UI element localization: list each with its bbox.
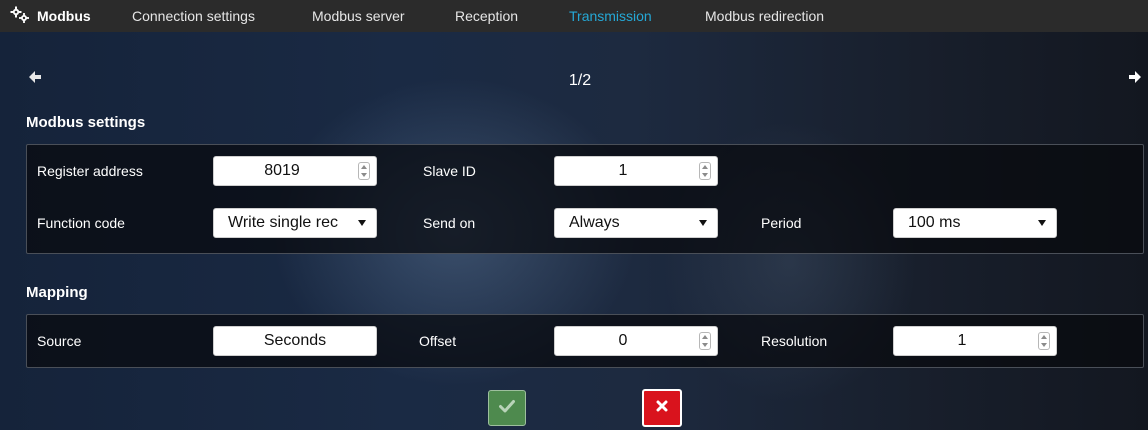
send-on-label: Send on xyxy=(423,215,476,231)
resolution-value: 1 xyxy=(957,332,967,349)
period-select[interactable]: 100 ms xyxy=(893,208,1057,238)
transmission-panel: 1/2 Modbus settings Register address 801… xyxy=(0,32,1148,430)
cancel-button[interactable] xyxy=(642,389,682,427)
function-code-value: Write single rec xyxy=(228,214,338,231)
resolution-input[interactable]: 1 xyxy=(893,326,1057,356)
send-on-select[interactable]: Always xyxy=(554,208,718,238)
tab-modbus-redirection[interactable]: Modbus redirection xyxy=(705,0,824,32)
tab-transmission[interactable]: Transmission xyxy=(569,0,652,32)
confirm-button[interactable] xyxy=(488,390,526,426)
period-label: Period xyxy=(761,215,802,231)
arrow-right-icon[interactable] xyxy=(1128,70,1142,89)
spinner-icon[interactable] xyxy=(358,162,370,180)
offset-input[interactable]: 0 xyxy=(554,326,718,356)
chevron-down-icon xyxy=(1038,220,1046,226)
slave-id-input[interactable]: 1 xyxy=(554,156,718,186)
resolution-label: Resolution xyxy=(761,333,828,349)
gear-network-icon xyxy=(10,6,30,27)
mapping-box: Source Seconds Offset 0 Resolution 1 xyxy=(26,314,1144,368)
period-value: 100 ms xyxy=(908,214,961,231)
close-icon xyxy=(656,399,668,417)
arrow-left-icon[interactable] xyxy=(28,70,42,89)
function-code-select[interactable]: Write single rec xyxy=(213,208,377,238)
page-indicator: 1/2 xyxy=(568,72,592,89)
spinner-icon[interactable] xyxy=(699,332,711,350)
slave-id-value: 1 xyxy=(618,162,628,179)
tab-modbus-server[interactable]: Modbus server xyxy=(312,0,405,32)
tab-connection-settings[interactable]: Connection settings xyxy=(132,0,255,32)
top-nav-bar: Modbus Connection settings Modbus server… xyxy=(0,0,1148,32)
chevron-down-icon xyxy=(699,220,707,226)
register-address-input[interactable]: 8019 xyxy=(213,156,377,186)
register-address-value: 8019 xyxy=(264,162,300,179)
offset-value: 0 xyxy=(618,332,628,349)
offset-label: Offset xyxy=(419,333,457,349)
modbus-settings-box: Register address 8019 Slave ID 1 Functio… xyxy=(26,144,1144,254)
spinner-icon[interactable] xyxy=(699,162,711,180)
source-value: Seconds xyxy=(263,332,327,349)
brand[interactable]: Modbus xyxy=(10,0,91,32)
spinner-icon[interactable] xyxy=(1038,332,1050,350)
modbus-settings-title: Modbus settings xyxy=(26,114,146,131)
tab-reception[interactable]: Reception xyxy=(455,0,518,32)
register-address-label: Register address xyxy=(37,163,143,179)
chevron-down-icon xyxy=(358,220,366,226)
slave-id-label: Slave ID xyxy=(423,163,476,179)
brand-label: Modbus xyxy=(37,8,91,24)
source-field[interactable]: Seconds xyxy=(213,326,377,356)
check-icon xyxy=(499,399,515,418)
function-code-label: Function code xyxy=(37,215,125,231)
mapping-title: Mapping xyxy=(26,284,88,301)
send-on-value: Always xyxy=(569,214,620,231)
source-label: Source xyxy=(37,333,82,349)
